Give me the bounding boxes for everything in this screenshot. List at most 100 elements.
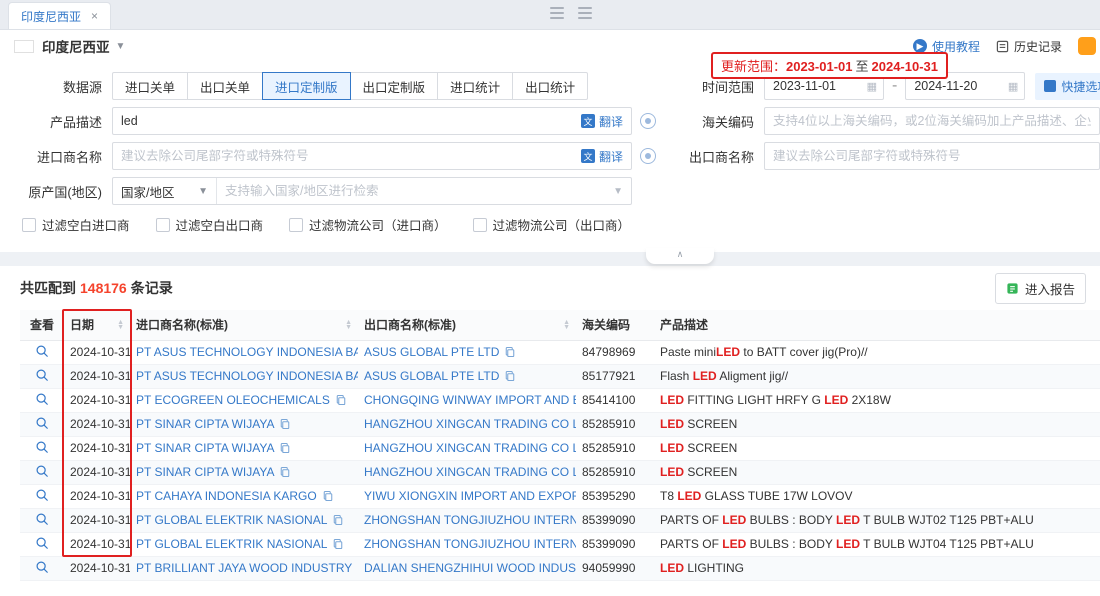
importer-link[interactable]: PT ASUS TECHNOLOGY INDONESIA BA... (136, 345, 358, 359)
copy-icon[interactable] (332, 514, 344, 526)
data-source-option[interactable]: 出口定制版 (350, 72, 439, 100)
origin-field[interactable]: 国家/地区 ▼ ▼ (112, 177, 632, 205)
calendar-icon: ▦ (1008, 80, 1024, 93)
sort-icon[interactable]: ▲▼ (111, 320, 124, 330)
window-layout-icon[interactable] (550, 7, 564, 19)
importer-input[interactable] (113, 149, 581, 163)
view-magnifier-icon[interactable] (35, 416, 49, 433)
view-magnifier-icon[interactable] (35, 440, 49, 457)
exporter-link[interactable]: ASUS GLOBAL PTE LTD (364, 369, 499, 383)
copy-icon[interactable] (279, 466, 291, 478)
date-cell: 2024-10-31 (64, 364, 130, 388)
exporter-link[interactable]: ZHONGSHAN TONGJIUZHOU INTERNA... (364, 537, 576, 551)
importer-link[interactable]: PT SINAR CIPTA WIJAYA (136, 417, 274, 431)
importer-link[interactable]: PT GLOBAL ELEKTRIK NASIONAL (136, 537, 327, 551)
view-magnifier-icon[interactable] (35, 464, 49, 481)
column-header[interactable]: 进口商名称(标准)▲▼ (130, 310, 358, 340)
translate-icon: 文 (581, 149, 595, 163)
chevron-down-icon[interactable]: ▼ (116, 41, 126, 52)
checkbox-box[interactable] (22, 218, 36, 232)
exporter-link[interactable]: HANGZHOU XINGCAN TRADING CO LTD (364, 465, 576, 479)
column-header[interactable]: 出口商名称(标准)▲▼ (358, 310, 576, 340)
copy-icon[interactable] (504, 370, 516, 382)
indonesia-flag-icon (14, 40, 34, 53)
importer-link[interactable]: PT CAHAYA INDONESIA KARGO (136, 489, 317, 503)
importer-link[interactable]: PT BRILLIANT JAYA WOOD INDUSTRY (136, 561, 352, 575)
importer-link[interactable]: PT ASUS TECHNOLOGY INDONESIA BA... (136, 369, 358, 383)
checkbox-box[interactable] (289, 218, 303, 232)
exporter-link[interactable]: HANGZHOU XINGCAN TRADING CO LTD (364, 441, 576, 455)
column-header: 产品描述 (654, 310, 1100, 340)
view-cell (20, 484, 64, 508)
copy-icon[interactable] (504, 346, 516, 358)
exact-match-toggle-icon[interactable] (640, 113, 656, 129)
date-separator: - (892, 77, 897, 95)
product-desc-field[interactable]: 文 翻译 (112, 107, 632, 135)
importer-link[interactable]: PT GLOBAL ELEKTRIK NASIONAL (136, 513, 327, 527)
exporter-link[interactable]: CHONGQING WINWAY IMPORT AND E... (364, 393, 576, 407)
exporter-input[interactable] (765, 149, 1099, 163)
translate-button[interactable]: 文 翻译 (581, 148, 631, 165)
origin-select[interactable]: 国家/地区 ▼ (113, 178, 217, 204)
copy-icon[interactable] (357, 562, 358, 574)
exporter-link[interactable]: ASUS GLOBAL PTE LTD (364, 345, 499, 359)
sort-icon[interactable]: ▲▼ (557, 320, 570, 330)
view-magnifier-icon[interactable] (35, 488, 49, 505)
view-magnifier-icon[interactable] (35, 368, 49, 385)
checkbox-box[interactable] (473, 218, 487, 232)
menu-icon[interactable] (578, 7, 592, 19)
filter-checkbox[interactable]: 过滤空白出口商 (156, 215, 264, 234)
importer-link[interactable]: PT SINAR CIPTA WIJAYA (136, 441, 274, 455)
customs-code-input[interactable] (765, 114, 1099, 128)
date-from-input[interactable] (765, 79, 867, 93)
tab-close-icon[interactable]: × (91, 9, 98, 23)
copy-icon[interactable] (279, 442, 291, 454)
importer-field[interactable]: 文 翻译 (112, 142, 632, 170)
enter-report-button[interactable]: 进入报告 (995, 273, 1086, 304)
product-desc-cell: LED SCREEN (654, 436, 1100, 460)
data-source-option[interactable]: 出口统计 (512, 72, 588, 100)
update-range-label: 更新范围： (721, 59, 786, 74)
column-header: 查看 (20, 310, 64, 340)
country-title: 印度尼西亚 (42, 36, 110, 56)
copy-icon[interactable] (335, 394, 347, 406)
copy-icon[interactable] (322, 490, 334, 502)
data-source-option[interactable]: 进口统计 (437, 72, 513, 100)
view-magnifier-icon[interactable] (35, 560, 49, 577)
exporter-link[interactable]: HANGZHOU XINGCAN TRADING CO LTD (364, 417, 576, 431)
filter-checkbox[interactable]: 过滤空白进口商 (22, 215, 130, 234)
data-source-option[interactable]: 进口定制版 (262, 72, 351, 100)
quick-options-button[interactable]: 快捷选项 (1035, 73, 1100, 100)
filter-checkbox[interactable]: 过滤物流公司（出口商） (473, 215, 631, 234)
exact-match-toggle-icon[interactable] (640, 148, 656, 164)
collapse-panel-handle[interactable]: ∧ (646, 248, 714, 264)
data-source-option[interactable]: 出口关单 (187, 72, 263, 100)
view-magnifier-icon[interactable] (35, 536, 49, 553)
translate-button[interactable]: 文 翻译 (581, 113, 631, 130)
data-source-option[interactable]: 进口关单 (112, 72, 188, 100)
checkbox-box[interactable] (156, 218, 170, 232)
exporter-link[interactable]: YIWU XIONGXIN IMPORT AND EXPORT... (364, 489, 576, 503)
product-desc-input[interactable] (113, 114, 581, 128)
view-magnifier-icon[interactable] (35, 344, 49, 361)
origin-input[interactable] (217, 184, 613, 198)
data-source-group: 进口关单出口关单进口定制版出口定制版进口统计出口统计 (112, 72, 587, 100)
copy-icon[interactable] (332, 538, 344, 550)
column-header[interactable]: 日期▲▼ (64, 310, 130, 340)
filter-checkbox[interactable]: 过滤物流公司（进口商） (289, 215, 447, 234)
history-button[interactable]: 历史记录 (996, 38, 1062, 55)
view-magnifier-icon[interactable] (35, 392, 49, 409)
sort-icon[interactable]: ▲▼ (339, 320, 352, 330)
tab-indonesia[interactable]: 印度尼西亚 × (8, 2, 111, 29)
copy-icon[interactable] (279, 418, 291, 430)
view-magnifier-icon[interactable] (35, 512, 49, 529)
importer-link[interactable]: PT SINAR CIPTA WIJAYA (136, 465, 274, 479)
exporter-link[interactable]: DALIAN SHENGZHIHUI WOOD INDUST... (364, 561, 576, 575)
highlight-led: LED (660, 393, 684, 407)
importer-link[interactable]: PT ECOGREEN OLEOCHEMICALS (136, 393, 330, 407)
exporter-field[interactable] (764, 142, 1100, 170)
exporter-link[interactable]: ZHONGSHAN TONGJIUZHOU INTERNA... (364, 513, 576, 527)
date-to-input[interactable] (906, 79, 1008, 93)
promo-icon[interactable] (1078, 37, 1096, 55)
customs-code-field[interactable] (764, 107, 1100, 135)
